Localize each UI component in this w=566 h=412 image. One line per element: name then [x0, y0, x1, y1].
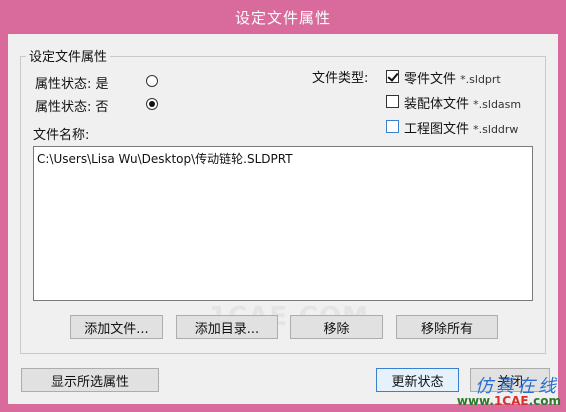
logo-url-www: www.	[456, 394, 494, 408]
remove-button[interactable]: 移除	[290, 315, 383, 339]
remove-all-button[interactable]: 移除所有	[396, 315, 498, 339]
show-selected-attributes-button[interactable]: 显示所选属性	[21, 368, 159, 392]
add-files-button[interactable]: 添加文件...	[70, 315, 163, 339]
drawing-file-ext: *.slddrw	[473, 123, 519, 136]
drawing-file-label: 工程图文件	[404, 122, 470, 137]
file-names-listbox[interactable]: C:\Users\Lisa Wu\Desktop\传动链轮.SLDPRT 1CA…	[33, 146, 533, 332]
part-file-checkbox[interactable]	[386, 70, 399, 83]
assembly-file-ext: *.sldasm	[473, 98, 522, 111]
part-file-label: 零件文件	[404, 72, 457, 87]
file-names-label: 文件名称:	[33, 128, 90, 143]
logo-url: www.1CAE.com	[457, 394, 561, 408]
assembly-file-label: 装配体文件	[404, 97, 470, 112]
logo-url-com: .com	[528, 394, 561, 408]
logo-url-brand: 1CAE	[493, 394, 529, 408]
window-title: 设定文件属性	[234, 8, 331, 27]
attr-state-no-radio[interactable]	[146, 98, 158, 110]
file-type-label: 文件类型:	[312, 71, 369, 86]
dialog-window: 设定文件属性 设定文件属性 属性状态: 是 属性状态: 否 文件类型: 零件文件…	[0, 0, 566, 412]
attr-state-yes-label[interactable]: 属性状态: 是	[35, 73, 109, 92]
assembly-file-option[interactable]: 装配体文件 *.sldasm	[404, 93, 521, 112]
dialog-client-area: 设定文件属性 属性状态: 是 属性状态: 否 文件类型: 零件文件 *.sldp…	[8, 34, 558, 404]
add-directory-button[interactable]: 添加目录...	[176, 315, 278, 339]
assembly-file-checkbox[interactable]	[386, 95, 399, 108]
attr-state-no-label[interactable]: 属性状态: 否	[35, 96, 109, 115]
part-file-option[interactable]: 零件文件 *.sldprt	[404, 68, 501, 87]
group-title: 设定文件属性	[26, 46, 111, 65]
list-item[interactable]: C:\Users\Lisa Wu\Desktop\传动链轮.SLDPRT	[37, 150, 293, 167]
drawing-file-option[interactable]: 工程图文件 *.slddrw	[404, 118, 518, 137]
checkmark-icon	[387, 70, 399, 82]
part-file-ext: *.sldprt	[460, 73, 501, 86]
drawing-file-checkbox[interactable]	[386, 120, 399, 133]
site-logo: 仿真在线 www.1CAE.com	[441, 374, 563, 410]
attr-state-yes-radio[interactable]	[146, 75, 158, 87]
